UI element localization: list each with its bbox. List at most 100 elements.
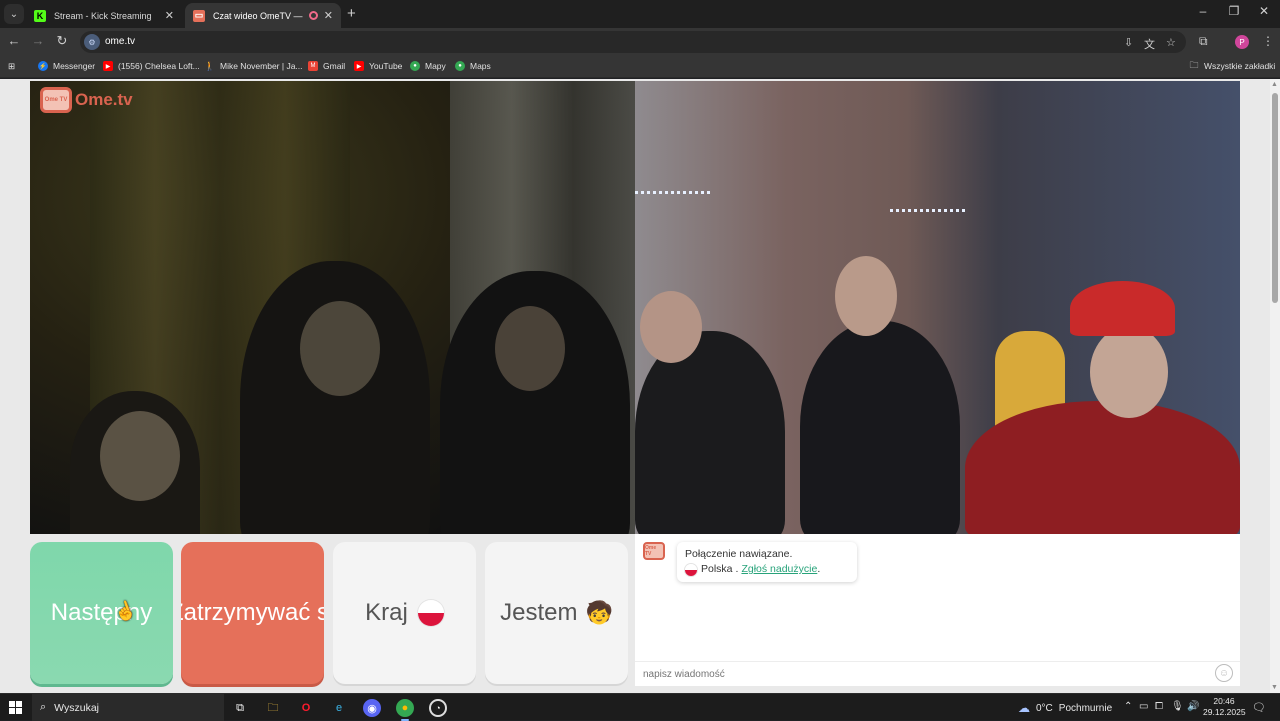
reload-button[interactable]: ↻ (53, 33, 71, 49)
profile-avatar[interactable]: P (1235, 35, 1249, 49)
display-icon[interactable]: ⧠ (1155, 701, 1163, 712)
page-scrollbar[interactable]: ▲ ▼ (1270, 79, 1280, 693)
bookmark-mapy[interactable]: ● Mapy (410, 61, 446, 71)
bookmarks-bar: ⊞ ⚡ Messenger ▶ (1556) Chelsea Loft... 🚶… (0, 56, 1280, 78)
weather-temp: 0°C (1036, 702, 1053, 714)
bookmark-chelsea[interactable]: ▶ (1556) Chelsea Loft... (103, 61, 200, 71)
back-button[interactable]: ← (5, 33, 23, 48)
folder-icon: 🗀 (1189, 60, 1199, 70)
tab-ometv[interactable]: ▭ Czat wideo OmeTV — alter ✕ (185, 3, 341, 28)
url-text[interactable]: ome.tv (105, 36, 135, 47)
bookmark-star-icon[interactable]: ☆ (1166, 36, 1176, 49)
tv-logo-icon: Ome TV (643, 542, 665, 560)
windows-taskbar: ⌕ Wyszukaj ⧉ 🗀 O e ◉ ● ◔ ☁ 0°C Pochmurni… (0, 693, 1280, 721)
address-bar[interactable]: ⚙ ome.tv ⇩ 文 ☆ (80, 31, 1186, 53)
menu-icon[interactable]: ⋮ (1262, 34, 1274, 48)
messenger-icon: ⚡ (38, 61, 48, 71)
notifications-icon[interactable]: 🗨 (1252, 701, 1266, 714)
install-app-icon[interactable]: ⇩ (1124, 36, 1133, 49)
gender-button[interactable]: Jestem 🧒 (485, 542, 628, 684)
stop-button-label: Zatrzymywać się (181, 599, 324, 626)
taskbar-search[interactable]: ⌕ Wyszukaj (32, 694, 224, 721)
gender-button-label: Jestem (500, 599, 578, 626)
weather-widget[interactable]: ☁ 0°C Pochmurnie (1018, 701, 1112, 715)
speedometer-icon[interactable]: ◔ (429, 699, 447, 717)
bookmark-label: Maps (470, 61, 491, 71)
next-button[interactable]: Następny (30, 542, 173, 684)
message-input[interactable] (635, 661, 1240, 686)
system-clock[interactable]: 20:46 29.12.2025 (1203, 696, 1246, 718)
ometv-logo[interactable]: Ome TV Ome.tv (40, 87, 133, 113)
file-explorer-icon[interactable]: 🗀 (264, 699, 282, 717)
close-tab-icon[interactable]: ✕ (324, 9, 333, 22)
bookmark-label: Gmail (323, 61, 346, 71)
chrome-icon[interactable]: ● (396, 699, 414, 721)
chevron-down-icon: ⌄ (9, 8, 19, 20)
weather-desc: Pochmurnie (1058, 702, 1113, 714)
bookmark-maps[interactable]: ● Maps (455, 61, 491, 71)
emoji-picker-icon[interactable]: ☺ (1215, 664, 1233, 682)
chevron-up-icon[interactable]: ⌃ (1124, 701, 1132, 712)
minimize-icon[interactable]: – (1193, 4, 1213, 18)
tab-strip: ⌄ K Stream - Kick Streaming ✕ ▭ Czat wid… (0, 0, 1280, 28)
extensions-icon[interactable]: ⧉ (1199, 34, 1208, 49)
all-bookmarks-folder[interactable]: 🗀 Wszystkie zakładki (1189, 60, 1276, 71)
edge-icon[interactable]: e (330, 699, 348, 717)
kick-icon: K (34, 9, 46, 22)
face (300, 301, 380, 396)
chat-panel: Ome TV Połączenie nawiązane. Polska . Zg… (635, 534, 1240, 686)
system-message: Połączenie nawiązane. Polska . Zgłoś nad… (677, 542, 857, 582)
bookmark-messenger[interactable]: ⚡ Messenger (38, 61, 95, 71)
stop-button[interactable]: Zatrzymywać się (181, 542, 324, 684)
site-info-icon[interactable]: ⚙ (84, 34, 100, 50)
youtube-icon: ▶ (354, 61, 364, 71)
connection-status: Połączenie nawiązane. (685, 548, 793, 560)
bookmark-label: Mapy (425, 61, 446, 71)
face (495, 306, 565, 391)
tab-kick[interactable]: K Stream - Kick Streaming ✕ (26, 3, 182, 28)
end-dot: . (817, 563, 821, 575)
search-icon: ⌕ (40, 701, 47, 713)
person-icon: 🚶 (204, 60, 216, 71)
translate-icon[interactable]: 文 (1144, 36, 1155, 52)
bookmark-youtube[interactable]: ▶ YouTube (354, 61, 402, 71)
opera-icon[interactable]: O (297, 699, 315, 717)
bookmark-label: Messenger (53, 61, 96, 71)
restore-icon[interactable]: ❐ (1224, 4, 1244, 18)
browser-toolbar: ← → ↻ ⚙ ome.tv ⇩ 文 ☆ ⧉ P ⋮ (0, 28, 1280, 56)
scroll-up-icon[interactable]: ▲ (1271, 81, 1278, 88)
task-view-icon[interactable]: ⧉ (231, 699, 249, 717)
bookmark-gmail[interactable]: M Gmail (308, 61, 345, 71)
close-tab-icon[interactable]: ✕ (165, 9, 174, 22)
face (640, 291, 702, 363)
clock-date: 29.12.2025 (1203, 707, 1246, 717)
country-button[interactable]: Kraj (333, 542, 476, 684)
face (1090, 326, 1168, 418)
person-silhouette (800, 321, 960, 534)
report-abuse-link[interactable]: Zgłoś nadużycie (741, 562, 817, 577)
maps-icon: ● (455, 61, 465, 71)
bookmark-label: Mike November | Ja... (220, 61, 303, 71)
volume-icon[interactable]: 🔊 (1187, 701, 1199, 712)
person-silhouette (635, 331, 785, 534)
network-device-icon[interactable]: ▭ (1139, 701, 1148, 712)
windows-start-icon[interactable] (9, 701, 22, 714)
bookmark-label: Wszystkie zakładki (1204, 61, 1276, 71)
clock-time: 20:46 (1213, 696, 1235, 706)
string-lights (635, 191, 710, 196)
apps-icon[interactable]: ⊞ (8, 61, 15, 72)
country-button-label: Kraj (365, 599, 408, 626)
discord-icon[interactable]: ◉ (363, 699, 381, 717)
tab-search-button[interactable]: ⌄ (4, 4, 24, 24)
search-label: Wyszukaj (54, 701, 100, 714)
person-silhouette (965, 401, 1240, 534)
scroll-down-icon[interactable]: ▼ (1271, 684, 1278, 691)
bookmark-mike[interactable]: 🚶 Mike November | Ja... (204, 60, 303, 72)
ometv-icon: ▭ (193, 9, 205, 22)
string-lights (890, 209, 965, 214)
new-tab-button[interactable]: + (347, 5, 356, 22)
forward-button[interactable]: → (29, 33, 47, 48)
close-window-icon[interactable]: ✕ (1254, 4, 1274, 18)
scrollbar-thumb[interactable] (1272, 93, 1278, 303)
microphone-icon[interactable]: 🎙 (1171, 701, 1184, 712)
